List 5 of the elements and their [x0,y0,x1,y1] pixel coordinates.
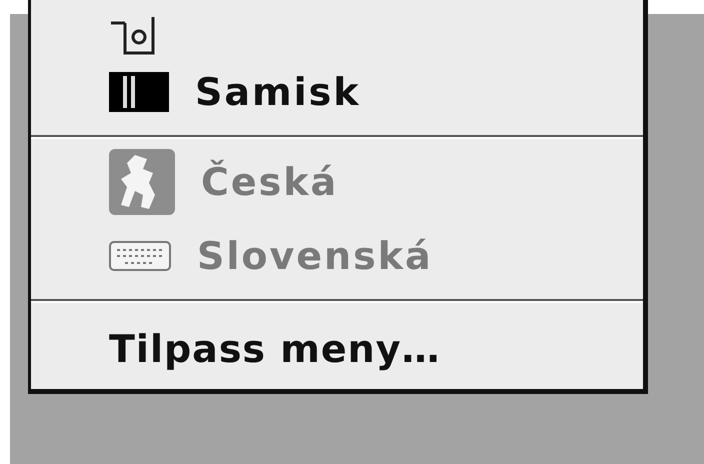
keyboard-icon [109,241,171,271]
menu-item[interactable]: Tilpass meny… [31,309,643,389]
flag-icon [109,72,169,112]
lion-icon [109,149,175,215]
menu-item[interactable]: Samisk [31,55,643,129]
